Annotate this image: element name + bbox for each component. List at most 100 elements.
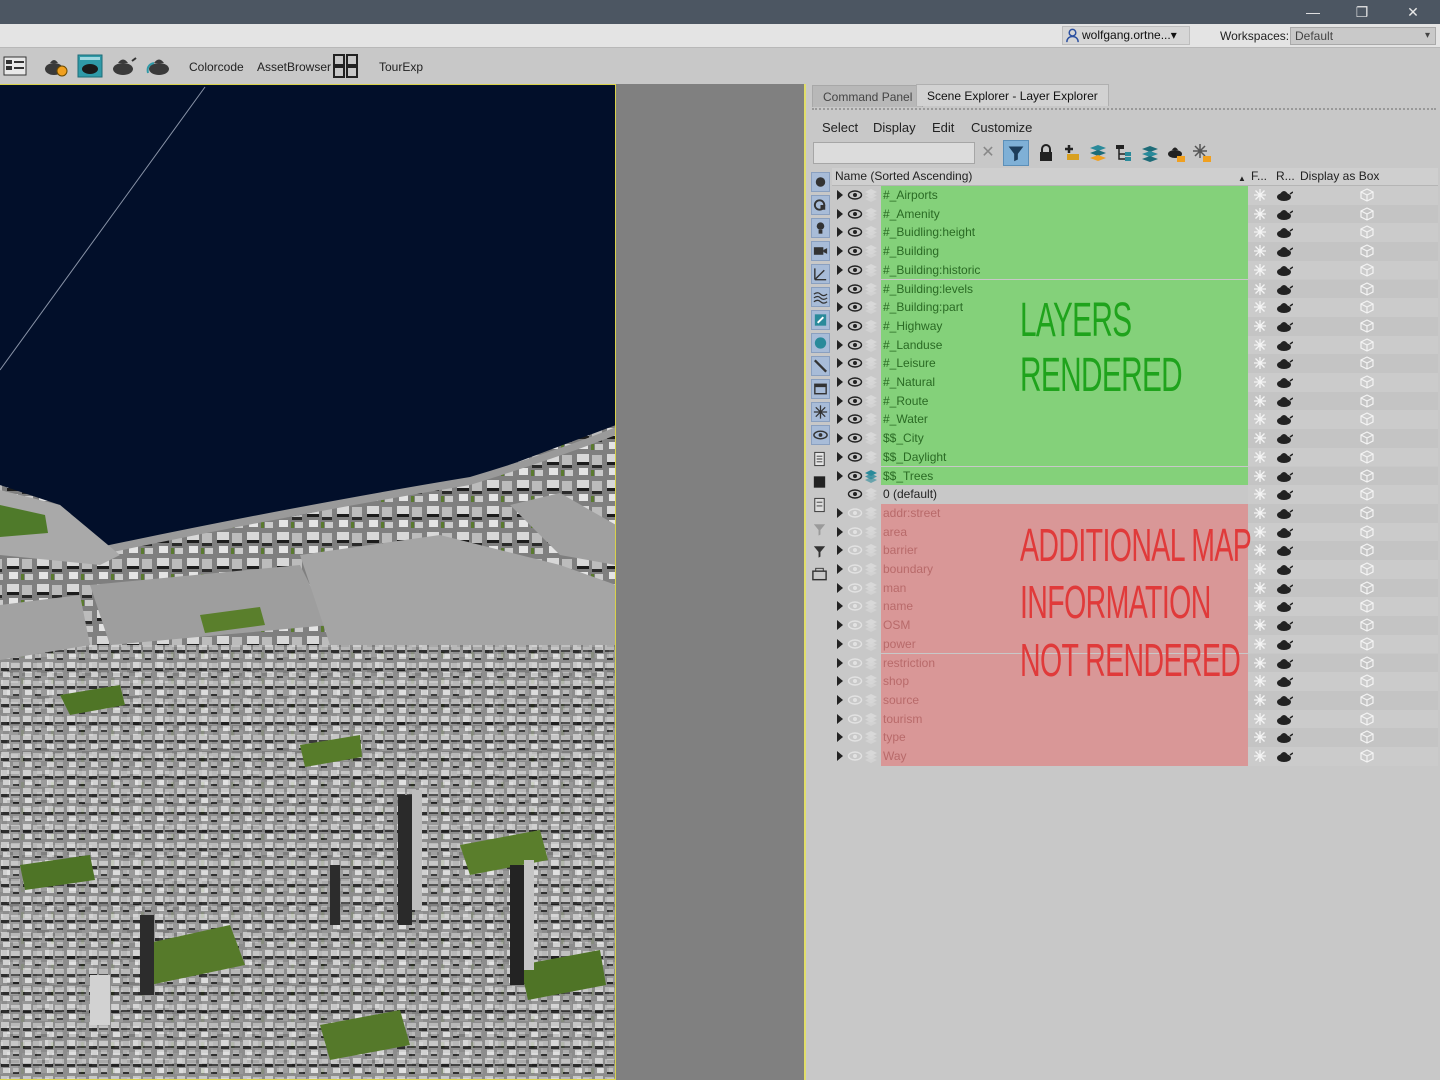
current-layer-icon[interactable] (864, 599, 878, 614)
visibility-eye-icon[interactable] (847, 749, 863, 763)
display-as-box-icon[interactable] (1360, 487, 1374, 501)
display-as-box-icon[interactable] (1360, 356, 1374, 370)
filter-off-icon[interactable] (811, 520, 830, 540)
visibility-eye-icon[interactable] (847, 487, 863, 501)
list-all-icon[interactable] (811, 450, 830, 470)
current-layer-icon[interactable] (864, 712, 878, 726)
layer-row[interactable]: #_Buidling:height (832, 223, 1438, 243)
renderable-teapot-icon[interactable] (1275, 469, 1294, 483)
display-as-box-icon[interactable] (1360, 281, 1374, 296)
expand-arrow-icon[interactable] (837, 246, 843, 257)
visibility-eye-icon[interactable] (847, 525, 863, 539)
current-layer-icon[interactable] (864, 581, 878, 595)
visibility-eye-icon[interactable] (847, 693, 863, 707)
current-layer-icon[interactable] (864, 749, 878, 763)
helpers-filter-icon[interactable] (811, 264, 830, 284)
freeze-icon[interactable] (1253, 188, 1267, 202)
freeze-icon[interactable] (1253, 244, 1267, 258)
column-name-header[interactable]: Name (Sorted Ascending) (835, 168, 972, 185)
freeze-icon[interactable] (1253, 712, 1267, 726)
space-warps-filter-icon[interactable] (811, 287, 830, 307)
layer-name[interactable]: #_Amenity (881, 204, 1248, 224)
current-layer-icon[interactable] (864, 525, 878, 539)
freeze-icon[interactable] (1253, 674, 1267, 688)
filter-icon[interactable] (811, 542, 830, 562)
display-as-box-icon[interactable] (1360, 581, 1374, 595)
expand-arrow-icon[interactable] (837, 283, 843, 294)
layer-name[interactable]: 0 (default) (881, 485, 1248, 504)
expand-arrow-icon[interactable] (837, 526, 843, 537)
current-layer-icon[interactable] (864, 263, 878, 277)
visibility-eye-icon[interactable] (847, 412, 863, 426)
layer-name[interactable]: #_Building (881, 242, 1248, 261)
renderable-teapot-icon[interactable] (1275, 712, 1294, 726)
expand-arrow-icon[interactable] (837, 620, 843, 631)
visibility-eye-icon[interactable] (847, 300, 863, 314)
layer-row[interactable]: tourism (832, 709, 1438, 729)
current-layer-icon[interactable] (864, 412, 878, 427)
visibility-eye-icon[interactable] (847, 469, 863, 483)
select-all-icon[interactable] (811, 473, 830, 493)
layers-icon[interactable] (1139, 142, 1161, 164)
close-button[interactable]: ✕ (1390, 0, 1436, 24)
column-frozen-header[interactable]: F... (1251, 168, 1267, 185)
render-iterative-icon[interactable] (145, 53, 173, 79)
display-as-box-icon[interactable] (1360, 431, 1374, 445)
expand-arrow-icon[interactable] (837, 227, 843, 238)
freeze-icon[interactable] (1253, 450, 1267, 464)
visibility-eye-icon[interactable] (847, 637, 863, 651)
expand-arrow-icon[interactable] (837, 694, 843, 705)
rendered-frame-window-icon[interactable] (76, 53, 104, 79)
menu-display[interactable]: Display (873, 120, 916, 135)
visibility-eye-icon[interactable] (847, 656, 863, 670)
restore-button[interactable]: ❐ (1339, 0, 1385, 24)
lock-icon[interactable] (1035, 142, 1057, 164)
display-as-box-icon[interactable] (1360, 749, 1374, 763)
expand-arrow-icon[interactable] (837, 638, 843, 649)
expand-arrow-icon[interactable] (837, 414, 843, 425)
expand-arrow-icon[interactable] (837, 358, 843, 369)
freeze-icon[interactable] (1253, 618, 1267, 632)
expand-arrow-icon[interactable] (837, 713, 843, 724)
visibility-eye-icon[interactable] (847, 282, 863, 296)
display-as-box-icon[interactable] (1360, 711, 1374, 726)
display-as-box-icon[interactable] (1360, 300, 1374, 314)
visibility-eye-icon[interactable] (847, 431, 863, 445)
current-layer-icon[interactable] (864, 543, 878, 558)
freeze-icon[interactable] (1253, 562, 1267, 576)
visibility-eye-icon[interactable] (847, 562, 863, 576)
renderable-teapot-icon[interactable] (1275, 244, 1294, 258)
expand-arrow-icon[interactable] (837, 601, 843, 612)
expand-arrow-icon[interactable] (837, 264, 843, 275)
renderable-teapot-icon[interactable] (1275, 693, 1294, 707)
layer-name[interactable]: $$_Trees (881, 466, 1248, 486)
menu-customize[interactable]: Customize (971, 120, 1032, 135)
current-layer-icon[interactable] (864, 300, 878, 315)
current-layer-icon[interactable] (864, 730, 878, 745)
freeze-icon[interactable] (1253, 581, 1267, 595)
expand-arrow-icon[interactable] (837, 433, 843, 444)
freeze-icon[interactable] (1253, 412, 1267, 426)
display-as-box-icon[interactable] (1360, 225, 1374, 240)
visibility-eye-icon[interactable] (847, 599, 863, 613)
expand-arrow-icon[interactable] (837, 582, 843, 593)
asset-browser-button[interactable]: AssetBrowser (257, 60, 331, 74)
display-as-box-icon[interactable] (1360, 637, 1374, 651)
visibility-eye-icon[interactable] (847, 356, 863, 370)
display-as-box-icon[interactable] (1360, 207, 1374, 221)
visibility-eye-icon[interactable] (847, 244, 863, 258)
current-layer-icon[interactable] (864, 356, 878, 371)
display-as-box-icon[interactable] (1360, 375, 1374, 389)
layer-name[interactable]: source (881, 690, 1248, 710)
renderable-teapot-icon[interactable] (1275, 188, 1294, 202)
display-as-box-icon[interactable] (1360, 506, 1374, 520)
current-layer-icon[interactable] (864, 244, 878, 259)
visibility-eye-icon[interactable] (847, 188, 863, 202)
layer-row[interactable]: #_Building:historic (832, 260, 1438, 280)
layer-row[interactable]: Way (832, 747, 1438, 766)
layer-name[interactable]: #_Building:historic (881, 260, 1248, 280)
current-layer-icon[interactable] (864, 637, 878, 651)
filter-options-icon[interactable] (811, 565, 830, 585)
renderable-teapot-icon[interactable] (1275, 207, 1294, 221)
layer-row[interactable]: source (832, 690, 1438, 710)
